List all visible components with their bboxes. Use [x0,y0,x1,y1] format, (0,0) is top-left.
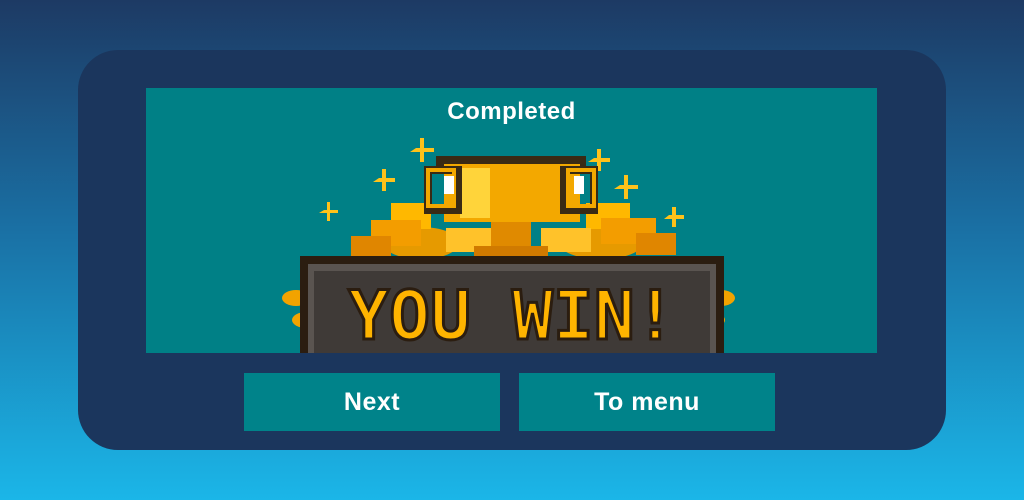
dialog-title: Completed [447,98,576,125]
to-menu-button[interactable]: To menu [519,373,775,431]
next-button[interactable]: Next [244,373,500,431]
result-dialog: YOU WIN! Completed Next To menu [78,50,946,450]
victory-artwork-area: YOU WIN! Completed [146,88,877,353]
victory-artwork: YOU WIN! [282,138,735,353]
you-win-banner: YOU WIN! [300,256,724,353]
you-win-text: YOU WIN! [348,277,676,353]
